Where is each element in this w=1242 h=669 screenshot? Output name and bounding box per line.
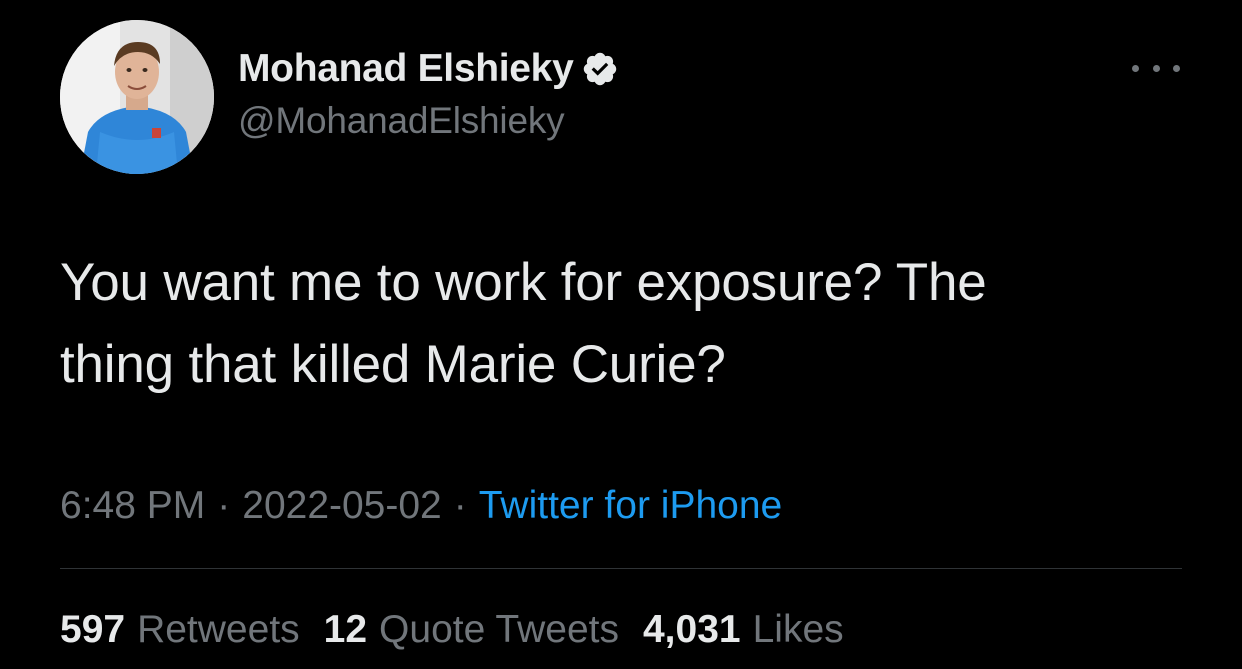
author-handle[interactable]: @MohanadElshieky bbox=[238, 100, 565, 142]
divider bbox=[60, 568, 1182, 569]
tweet-text: You want me to work for exposure? The th… bbox=[60, 242, 1190, 406]
tweet-date[interactable]: 2022-05-02 bbox=[242, 484, 442, 528]
quote-tweets-label: Quote Tweets bbox=[379, 608, 619, 651]
likes-count: 4,031 bbox=[642, 608, 741, 651]
avatar-photo bbox=[60, 20, 214, 174]
retweets-stat[interactable]: 597 Retweets bbox=[60, 608, 300, 652]
author-name-row[interactable]: Mohanad Elshieky bbox=[238, 46, 619, 92]
more-options-icon[interactable] bbox=[1128, 56, 1184, 80]
likes-label: Likes bbox=[752, 608, 844, 651]
verified-badge-icon bbox=[581, 50, 619, 88]
meta-separator: · bbox=[217, 484, 231, 527]
author-display-name[interactable]: Mohanad Elshieky bbox=[238, 47, 574, 91]
more-dot bbox=[1152, 64, 1160, 72]
tweet-card: Mohanad Elshieky @MohanadElshieky You wa… bbox=[0, 0, 1242, 669]
quote-tweets-count: 12 bbox=[323, 608, 368, 651]
likes-stat[interactable]: 4,031 Likes bbox=[643, 608, 844, 652]
tweet-source-link[interactable]: Twitter for iPhone bbox=[479, 484, 782, 528]
tweet-stats: 597 Retweets 12 Quote Tweets 4,031 Likes bbox=[60, 604, 868, 656]
tweet-meta: 6:48 PM · 2022-05-02 · Twitter for iPhon… bbox=[60, 480, 782, 532]
tweet-time[interactable]: 6:48 PM bbox=[60, 484, 205, 528]
more-dot bbox=[1132, 64, 1139, 72]
meta-separator: · bbox=[453, 484, 467, 527]
retweets-label: Retweets bbox=[137, 608, 300, 651]
more-dot bbox=[1173, 64, 1180, 72]
avatar[interactable] bbox=[60, 20, 214, 174]
quote-tweets-stat[interactable]: 12 Quote Tweets bbox=[324, 608, 619, 652]
retweets-count: 597 bbox=[60, 608, 126, 651]
tweet-text-line: thing that killed Marie Curie? bbox=[60, 335, 726, 394]
tweet-text-line: You want me to work for exposure? The bbox=[60, 253, 987, 312]
